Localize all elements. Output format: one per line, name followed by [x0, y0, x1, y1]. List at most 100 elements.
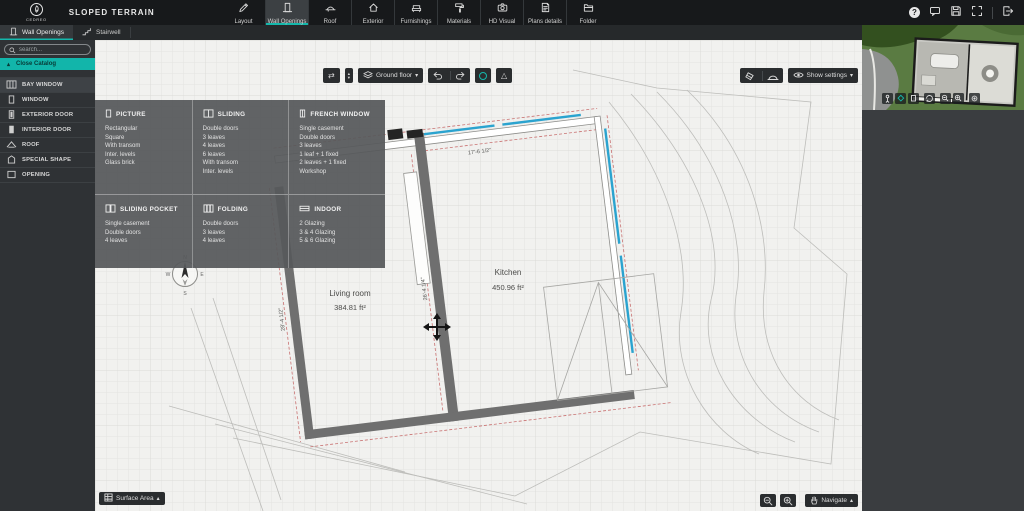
canvas-toolbar-right: Show settings ▾ [739, 68, 858, 83]
feedback-icon[interactable] [929, 4, 941, 22]
catalog-item[interactable]: Double doors [105, 229, 184, 238]
redo-icon[interactable] [450, 71, 470, 80]
search-input[interactable] [19, 46, 86, 53]
project-title: SLOPED TERRAIN [68, 8, 155, 17]
toolbar-item-folder[interactable]: Folder [566, 0, 609, 25]
sidebar-item-interior-door[interactable]: INTERIOR DOOR [0, 123, 95, 138]
catalog-item[interactable]: With transom [203, 159, 281, 168]
surface-area-button[interactable]: Surface Area ▴ [99, 492, 165, 505]
toolbar-item-exterior[interactable]: Exterior [351, 0, 394, 25]
catalog-item[interactable]: Workshop [299, 168, 377, 177]
toolbar-item-layout[interactable]: Layout [222, 0, 265, 25]
toolbar-item-plans-details[interactable]: Plans details [523, 0, 566, 25]
surface-area-bar: Surface Area ▴ [99, 489, 165, 507]
catalog-item[interactable]: 5 & 6 Glazing [299, 237, 377, 246]
swap-icon[interactable]: ⇄ [323, 68, 340, 83]
sidebar-item-roof[interactable]: ROOF [0, 138, 95, 153]
catalog-item[interactable]: 2 Glazing [299, 220, 377, 229]
catalog-item[interactable]: 6 leaves [203, 151, 281, 160]
sidebar-item-opening[interactable]: OPENING [0, 168, 95, 183]
window-icon [6, 94, 17, 106]
catalog-item[interactable]: 3 & 4 Glazing [299, 229, 377, 238]
dome-icon[interactable] [761, 70, 783, 81]
tab-wall-openings[interactable]: Wall Openings [0, 25, 74, 40]
hand-icon [810, 495, 818, 507]
house-icon [368, 0, 379, 18]
undo-icon[interactable] [428, 71, 447, 80]
catalog-item[interactable]: 4 leaves [203, 237, 281, 246]
sidebar-item-special-shape[interactable]: SPECIAL SHAPE [0, 153, 95, 168]
catalog-item[interactable]: Rectangular [105, 125, 184, 134]
sidebar-item-exterior-door[interactable]: EXTERIOR DOOR [0, 108, 95, 123]
sidebar-item-window[interactable]: WINDOW [0, 93, 95, 108]
exit-icon[interactable] [1002, 4, 1014, 22]
toolbar-item-furnishings[interactable]: Furnishings [394, 0, 437, 25]
zoom-in-icon[interactable] [780, 494, 796, 507]
render-icon[interactable] [475, 68, 492, 83]
triangle-ruler-icon[interactable]: △ [496, 68, 513, 83]
roof-icon [324, 0, 336, 18]
catalog-item[interactable]: 4 leaves [203, 142, 281, 151]
catalog-item[interactable]: 4 leaves [105, 237, 184, 246]
brand-label: CEDREO [26, 17, 47, 22]
zoom-out-icon[interactable] [760, 494, 776, 507]
floor-selector[interactable]: Ground floor ▾ [357, 68, 424, 83]
catalog-item[interactable]: 3 leaves [299, 142, 377, 151]
catalog-item[interactable]: Double doors [203, 125, 281, 134]
toolbar-item-materials[interactable]: Materials [437, 0, 480, 25]
picture-window-icon [105, 109, 112, 120]
catalog-item[interactable]: 2 leaves + 1 fixed [299, 159, 377, 168]
french-window-icon [299, 109, 306, 120]
catalog-item[interactable]: 3 leaves [203, 134, 281, 143]
camera-icon [497, 0, 508, 18]
fixture[interactable] [387, 128, 404, 141]
special-shape-icon [6, 154, 17, 166]
toolbar-item-hd-visual[interactable]: HD Visual [480, 0, 523, 25]
catalog-item[interactable]: Double doors [203, 220, 281, 229]
opening-icon [6, 170, 17, 181]
interior-door-icon [6, 125, 17, 136]
plan-canvas[interactable]: 17'-6 1/2" 26'-4 1/4" 28'-4 1/2" Living … [95, 40, 862, 511]
catalog-item[interactable]: Inter. levels [105, 151, 184, 160]
catalog-item[interactable]: 3 leaves [203, 229, 281, 238]
catalog-item[interactable]: Single casement [299, 125, 377, 134]
eraser-icon[interactable] [740, 71, 759, 81]
search-box[interactable] [4, 44, 91, 55]
help-icon[interactable]: ? [909, 7, 920, 18]
zoom-controls [760, 494, 796, 507]
floor-icon [363, 70, 373, 81]
sidebar-item-bay-window[interactable]: BAY WINDOW [0, 78, 95, 93]
stairs-icon [82, 27, 92, 38]
close-catalog-button[interactable]: ▴ Close Catalog [0, 58, 95, 70]
save-icon[interactable] [950, 4, 962, 22]
undo-redo-group [428, 68, 471, 83]
roof-icon [6, 140, 17, 151]
chevron-down-icon: ▾ [849, 73, 853, 79]
fullscreen-icon[interactable] [971, 4, 983, 22]
exterior-door-icon [6, 109, 17, 121]
catalog-item[interactable]: Single casement [105, 220, 184, 229]
navigate-bar: Navigate ▴ [805, 494, 858, 507]
floor-stepper[interactable]: ▴ ▾ [344, 68, 353, 83]
catalog-item[interactable]: With transom [105, 142, 184, 151]
chevron-down-icon: ▾ [347, 74, 350, 80]
navigate-button[interactable]: Navigate ▴ [805, 494, 858, 507]
catalog-item[interactable]: Glass brick [105, 159, 184, 168]
catalog-item[interactable]: Double doors [299, 134, 377, 143]
catalog-item[interactable]: Square [105, 134, 184, 143]
toolbar-item-roof[interactable]: Roof [308, 0, 351, 25]
catalog-item[interactable]: Inter. levels [203, 168, 281, 177]
3d-preview[interactable] [862, 25, 1024, 110]
cedreo-logo[interactable]: CEDREO [26, 0, 47, 25]
catalog-item[interactable]: 1 leaf + 1 fixed [299, 151, 377, 160]
tab-stairwell[interactable]: Stairwell [73, 25, 130, 40]
category-list: BAY WINDOW WINDOW EXTERIOR DOOR INTERIOR… [0, 77, 95, 183]
canvas-toolbar: ⇄ ▴ ▾ Ground floor ▾ △ [323, 68, 513, 83]
search-icon [9, 41, 16, 59]
folding-door-icon [203, 204, 214, 215]
toolbar-item-wall-openings[interactable]: Wall Openings [265, 0, 308, 25]
show-settings-button[interactable]: Show settings ▾ [787, 68, 858, 83]
divider [129, 27, 131, 38]
cedreo-app: CEDREO SLOPED TERRAIN Layout Wall Openin… [0, 0, 1024, 511]
room-name: Living room [329, 289, 371, 298]
